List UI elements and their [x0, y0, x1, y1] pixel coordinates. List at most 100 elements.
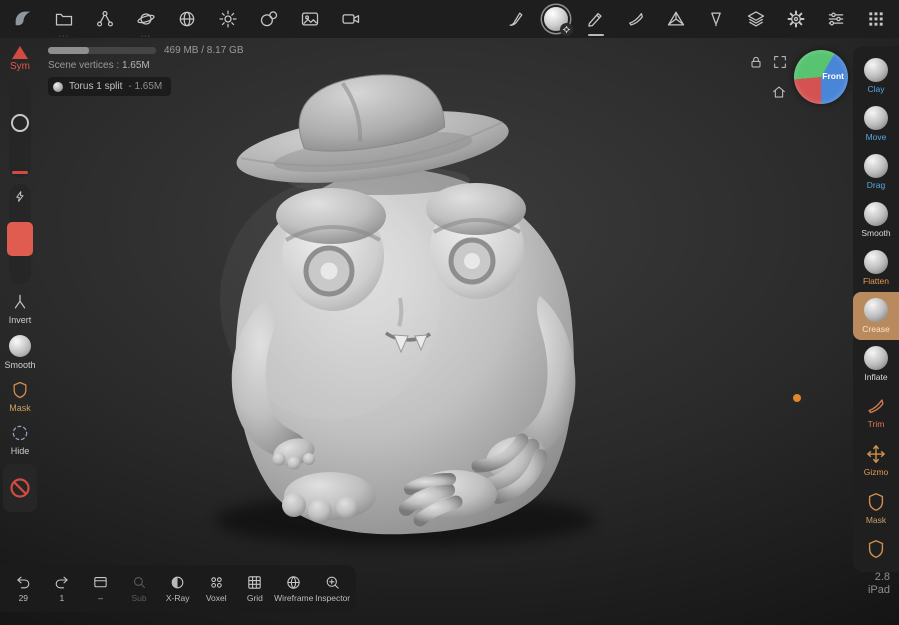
tool-label: Gizmo — [863, 467, 889, 477]
tool-mask[interactable]: Mask — [853, 484, 899, 532]
scene-graph-icon[interactable] — [92, 6, 118, 32]
inflate-tool-icon — [864, 346, 888, 370]
xray-icon — [171, 576, 184, 589]
mask-button[interactable]: Mask — [0, 378, 40, 415]
undo-button[interactable]: 29 — [4, 574, 43, 603]
invert-label: Invert — [8, 315, 32, 325]
tool-label: Drag — [866, 180, 886, 190]
xray-button[interactable]: X-Ray — [158, 574, 197, 603]
hide-label: Hide — [10, 446, 30, 456]
radius-slider-handle[interactable] — [11, 114, 29, 132]
sculpt-tools-panel: Clay Move Drag Smooth Flatten Crease Inf… — [853, 46, 899, 572]
interface-grid-icon[interactable] — [863, 6, 889, 32]
material-gear-badge — [560, 23, 573, 36]
settings-gear-icon[interactable] — [783, 6, 809, 32]
layers-icon[interactable] — [743, 6, 769, 32]
hide-button[interactable]: Hide — [0, 421, 40, 458]
undo-count: 29 — [18, 593, 29, 603]
app-version: 2.8 iPad — [868, 571, 890, 597]
inspector-button[interactable]: Inspector — [313, 574, 352, 603]
symmetry-warning-icon — [12, 46, 28, 59]
knife-icon[interactable] — [623, 6, 649, 32]
disabled-feature-button[interactable] — [3, 464, 37, 512]
sliders-icon[interactable] — [823, 6, 849, 32]
smooth-sphere-icon — [9, 335, 31, 357]
tool-clay[interactable]: Clay — [853, 52, 899, 100]
tool-label: Smooth — [861, 228, 891, 238]
wireframe-button[interactable]: Wireframe — [274, 574, 313, 603]
home-view-icon[interactable] — [769, 82, 789, 102]
tool-flatten[interactable]: Flatten — [853, 244, 899, 292]
symmetry-label: Sym — [10, 61, 30, 72]
matcap-spheres-icon[interactable] — [256, 6, 282, 32]
intensity-indicator[interactable] — [7, 222, 33, 256]
orientation-front-label: Front — [822, 71, 844, 81]
tool-partial[interactable] — [853, 532, 899, 572]
radius-slider-marker — [12, 171, 28, 174]
orange-indicator-dot — [793, 394, 801, 402]
scene-vertices-value: 1.65M — [121, 60, 150, 71]
sub-label: Sub — [131, 593, 147, 603]
primitives-icon[interactable]: ··· — [133, 6, 159, 40]
tool-smooth[interactable]: Smooth — [853, 196, 899, 244]
tool-inflate[interactable]: Inflate — [853, 340, 899, 388]
xray-label: X-Ray — [165, 593, 190, 603]
card-label: – — [98, 593, 103, 603]
partial-shield-icon — [868, 540, 884, 558]
object-vertices: - 1.65M — [128, 81, 163, 92]
smooth-label: Smooth — [4, 360, 36, 370]
sub-magnifier-icon — [133, 577, 145, 588]
memory-bar-fill — [48, 47, 90, 54]
inspector-icon — [326, 576, 339, 589]
pencil-icon[interactable] — [583, 6, 609, 36]
current-material-sphere[interactable] — [543, 6, 573, 36]
lighting-sun-icon[interactable] — [215, 6, 241, 32]
card-icon — [94, 577, 107, 588]
camera-lock-icon[interactable] — [746, 52, 766, 72]
undo-icon — [17, 576, 30, 589]
tool-gizmo[interactable]: Gizmo — [853, 436, 899, 484]
version-number: 2.8 — [874, 571, 890, 583]
cone-tool-icon[interactable] — [703, 6, 729, 32]
voxel-icon — [211, 577, 222, 588]
object-sphere-icon — [53, 81, 63, 92]
sub-button[interactable]: Sub — [120, 574, 159, 603]
voxel-label: Voxel — [205, 593, 227, 603]
tool-crease[interactable]: Crease — [853, 292, 899, 340]
scene-stats: 469 MB / 8.17 GB Scene vertices : 1.65M … — [48, 44, 244, 96]
mask-shield-icon — [868, 493, 884, 511]
object-name: Torus 1 split — [69, 81, 123, 92]
environment-globe-icon[interactable] — [174, 6, 200, 32]
paint-brush-icon[interactable] — [503, 6, 529, 32]
top-toolbar-right-group — [503, 6, 889, 36]
bottom-toolbar: 29 1 – Sub X-Ray Voxel Grid Wireframe In… — [0, 565, 356, 612]
object-chip[interactable]: Torus 1 split - 1.65M — [48, 77, 172, 96]
symmetry-button[interactable]: Sym — [10, 46, 30, 72]
orientation-gizmo[interactable]: Front — [794, 50, 848, 104]
tool-move[interactable]: Move — [853, 100, 899, 148]
app-logo-icon[interactable] — [10, 6, 36, 32]
radius-slider[interactable] — [9, 78, 31, 178]
gizmo-arrows-icon — [867, 445, 885, 463]
fullscreen-icon[interactable] — [770, 52, 790, 72]
reference-card-button[interactable]: – — [81, 574, 120, 603]
tool-label: Mask — [865, 515, 887, 525]
intensity-slider[interactable] — [7, 184, 33, 284]
voxel-button[interactable]: Voxel — [197, 574, 236, 603]
tool-label: Flatten — [863, 276, 889, 286]
invert-button[interactable]: Invert — [0, 290, 40, 327]
files-folder-icon[interactable]: ··· — [51, 6, 77, 40]
clay-tool-icon — [864, 58, 888, 82]
image-icon[interactable] — [297, 6, 323, 32]
topology-prism-icon[interactable] — [663, 6, 689, 32]
tool-label: Move — [865, 132, 887, 142]
tool-trim[interactable]: Trim — [853, 388, 899, 436]
tool-drag[interactable]: Drag — [853, 148, 899, 196]
grid-button[interactable]: Grid — [236, 574, 275, 603]
drag-tool-icon — [864, 154, 888, 178]
smooth-button[interactable]: Smooth — [0, 333, 40, 372]
camera-icon[interactable] — [338, 6, 364, 32]
redo-button[interactable]: 1 — [43, 574, 82, 603]
scene-vertices: Scene vertices : 1.65M — [48, 59, 244, 72]
smooth-tool-icon — [864, 202, 888, 226]
